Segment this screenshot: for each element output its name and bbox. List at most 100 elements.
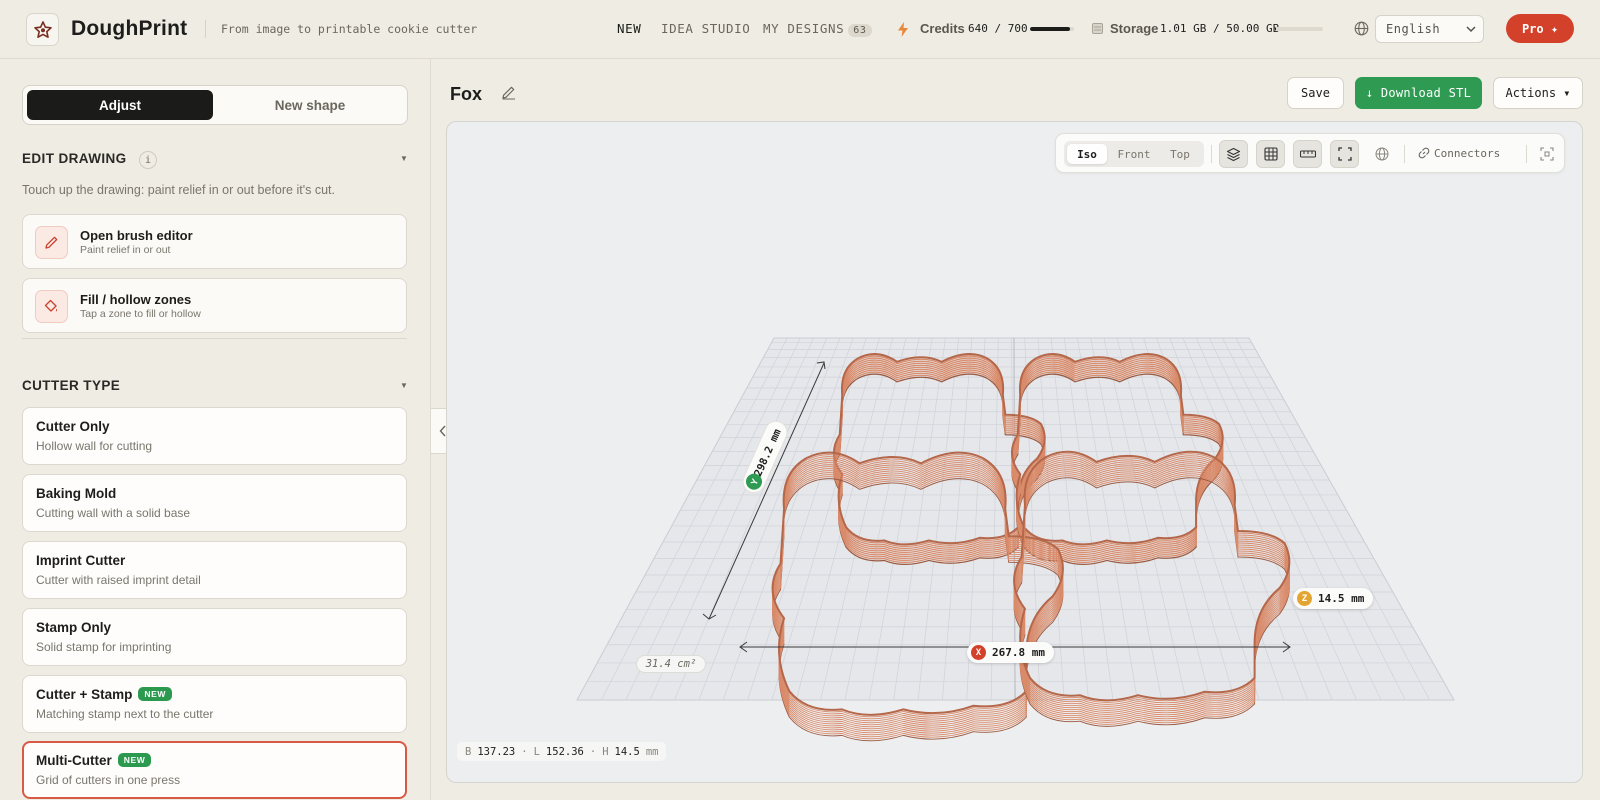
- cutter-type-cutter-only[interactable]: Cutter Only Hollow wall for cutting: [22, 407, 407, 465]
- option-title: Cutter + Stamp: [36, 687, 133, 702]
- view-front[interactable]: Front: [1112, 141, 1156, 167]
- fill-hollow-zones-button[interactable]: Fill / hollow zones Tap a zone to fill o…: [22, 278, 407, 333]
- layers-button[interactable]: [1219, 140, 1248, 168]
- storage-progress-fill: [1275, 27, 1277, 31]
- edit-drawing-description: Touch up the drawing: paint relief in or…: [22, 183, 335, 197]
- language-selected: English: [1386, 22, 1441, 36]
- brand-name[interactable]: DoughPrint: [71, 17, 187, 41]
- cutter-type-stamp-only[interactable]: Stamp Only Solid stamp for imprinting: [22, 608, 407, 666]
- divider: [1211, 145, 1212, 163]
- viewport-toolbar: Iso Front Top Connectors: [1055, 133, 1565, 173]
- storage-icon: [1092, 23, 1103, 34]
- credits-progress-fill: [1030, 27, 1071, 31]
- cutter-type-cutter-stamp[interactable]: Cutter + Stamp NEW Matching stamp next to…: [22, 675, 407, 733]
- option-title: Stamp Only: [36, 620, 112, 635]
- separator: ·: [589, 745, 597, 758]
- option-title-row: Multi-Cutter NEW: [36, 753, 152, 768]
- bounds-readout: B 137.23 · L 152.36 · H 14.5 mm: [457, 742, 667, 761]
- view-iso[interactable]: Iso: [1067, 144, 1107, 164]
- storage-progress-bar: [1275, 27, 1323, 31]
- divider: [1526, 145, 1527, 163]
- storage-label: Storage: [1110, 21, 1159, 36]
- collapse-caret-icon[interactable]: ▼: [400, 381, 408, 390]
- option-title: Baking Mold: [36, 486, 117, 501]
- globe-icon[interactable]: [1354, 21, 1369, 36]
- option-title-row: Cutter + Stamp NEW: [36, 687, 173, 702]
- layers-icon: [1226, 147, 1241, 161]
- option-subtitle: Cutting wall with a solid base: [36, 506, 191, 520]
- x-dimension-value: 267.8 mm: [992, 646, 1045, 659]
- connectors-button[interactable]: Connectors: [1418, 147, 1500, 160]
- z-dimension-value: 14.5 mm: [1318, 592, 1365, 605]
- cutter-type-imprint-cutter[interactable]: Imprint Cutter Cutter with raised imprin…: [22, 541, 407, 599]
- tool-subtitle: Paint relief in or out: [80, 244, 171, 256]
- grid-toggle-button[interactable]: [1256, 140, 1285, 168]
- 3d-scene[interactable]: Y 298.2 mm: [447, 122, 1583, 783]
- bounding-box-button[interactable]: [1330, 140, 1359, 168]
- open-brush-editor-button[interactable]: Open brush editor Paint relief in or out: [22, 214, 407, 269]
- cutter-type-baking-mold[interactable]: Baking Mold Cutting wall with a solid ba…: [22, 474, 407, 532]
- h-label: H: [602, 745, 609, 758]
- b-label: B: [465, 745, 472, 758]
- b-value: 137.23: [477, 745, 516, 758]
- edit-name-icon[interactable]: [501, 85, 516, 100]
- 3d-viewport[interactable]: Y 298.2 mm X 267.8 mm Z 14.5 mm 31.4 cm²…: [446, 121, 1583, 783]
- info-icon[interactable]: i: [139, 151, 157, 169]
- view-top[interactable]: Top: [1160, 141, 1200, 167]
- nav-idea-studio[interactable]: IDEA STUDIO: [661, 21, 750, 36]
- credits-progress-bar: [1030, 27, 1074, 31]
- l-label: L: [533, 745, 540, 758]
- paint-bucket-icon: [35, 290, 68, 323]
- tab-new-shape[interactable]: New shape: [217, 90, 403, 120]
- nav-new[interactable]: NEW: [617, 21, 641, 36]
- nav-my-designs[interactable]: MY DESIGNS 63: [763, 21, 872, 37]
- nav-my-designs-label: MY DESIGNS: [763, 21, 845, 36]
- view-switcher: Iso Front Top: [1064, 141, 1204, 167]
- credits-label: Credits: [920, 21, 965, 36]
- download-stl-button[interactable]: ↓ Download STL: [1355, 77, 1482, 109]
- x-axis-dot: X: [971, 645, 986, 660]
- cutter-type-multi-cutter[interactable]: Multi-Cutter NEW Grid of cutters in one p…: [22, 741, 407, 799]
- divider: [205, 20, 206, 38]
- chevron-down-icon: [1466, 26, 1476, 33]
- option-title: Multi-Cutter: [36, 753, 112, 768]
- storage-value: 1.01 GB / 50.00 GB: [1160, 22, 1280, 35]
- collapse-caret-icon[interactable]: ▼: [400, 154, 408, 163]
- logo-icon[interactable]: [26, 13, 59, 46]
- l-value: 152.36: [545, 745, 584, 758]
- new-badge: NEW: [117, 753, 152, 767]
- ruler-button[interactable]: [1293, 140, 1322, 168]
- tab-adjust[interactable]: Adjust: [27, 90, 213, 120]
- fullscreen-button[interactable]: [1532, 140, 1561, 168]
- option-title: Imprint Cutter: [36, 553, 126, 568]
- h-value: 14.5: [614, 745, 640, 758]
- z-axis-dot: Z: [1297, 591, 1312, 606]
- pro-button[interactable]: Pro ✦: [1506, 14, 1574, 43]
- save-button[interactable]: Save: [1287, 77, 1344, 109]
- mode-toggle: Adjust New shape: [22, 85, 408, 125]
- option-subtitle: Hollow wall for cutting: [36, 439, 153, 453]
- z-dimension-label: Z 14.5 mm: [1293, 588, 1374, 609]
- tool-title: Fill / hollow zones: [80, 292, 192, 307]
- cutter-type-title[interactable]: CUTTER TYPE: [22, 378, 120, 393]
- link-icon: [1418, 147, 1430, 159]
- designs-count-badge: 63: [848, 24, 872, 37]
- grid-icon: [1263, 147, 1278, 161]
- edit-drawing-title[interactable]: EDIT DRAWING: [22, 151, 127, 166]
- x-dimension-label: X 267.8 mm: [967, 642, 1054, 663]
- option-title: Cutter Only: [36, 419, 110, 434]
- language-select[interactable]: English: [1375, 15, 1484, 43]
- top-bar: DoughPrint From image to printable cooki…: [0, 0, 1600, 59]
- option-subtitle: Matching stamp next to the cutter: [36, 707, 214, 721]
- actions-button[interactable]: Actions ▾: [1493, 77, 1583, 109]
- ruler-icon: [1299, 150, 1316, 158]
- credits-value: 640 / 700: [968, 22, 1028, 35]
- bounding-box-icon: [1337, 147, 1352, 161]
- environment-button[interactable]: [1367, 140, 1396, 168]
- area-label: 31.4 cm²: [636, 655, 706, 673]
- globe-icon: [1375, 147, 1388, 161]
- tool-title: Open brush editor: [80, 228, 193, 243]
- option-subtitle: Solid stamp for imprinting: [36, 640, 172, 654]
- option-subtitle: Grid of cutters in one press: [36, 773, 181, 787]
- unit-label: mm: [645, 745, 659, 758]
